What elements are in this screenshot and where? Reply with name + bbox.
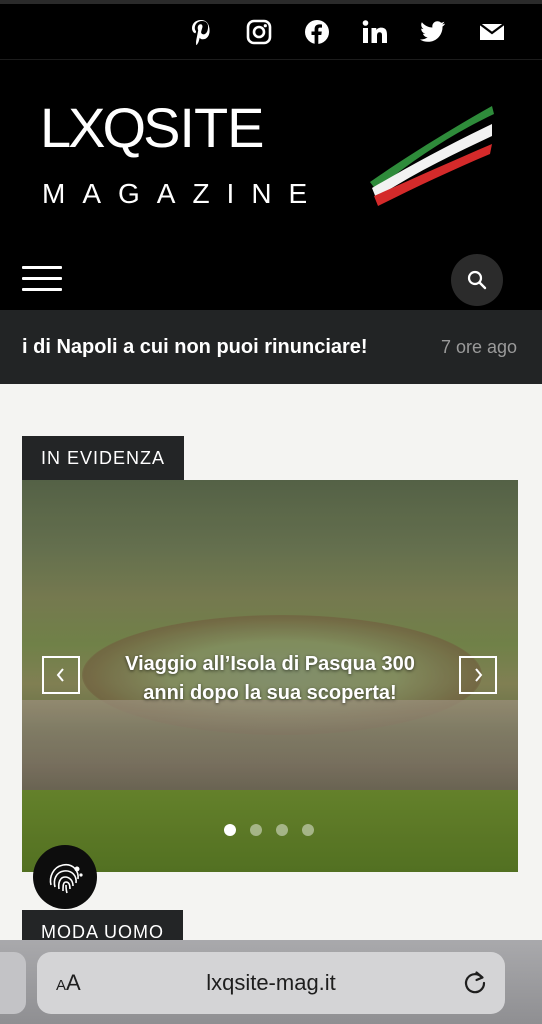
previous-tab-preview[interactable] [0,952,26,1014]
ticker-headline[interactable]: i di Napoli a cui non puoi rinunciare! [22,336,368,359]
slide-title[interactable]: Viaggio all’Isola di Pasqua 300 anni dop… [112,650,428,708]
chevron-left-icon [56,668,64,682]
twitter-icon[interactable] [419,18,447,46]
featured-slider[interactable]: Viaggio all’Isola di Pasqua 300 anni dop… [22,480,518,872]
email-icon[interactable] [478,18,506,46]
search-button[interactable] [451,254,503,306]
fingerprint-icon[interactable] [33,845,97,909]
slider-dot-1[interactable] [224,824,236,836]
search-icon [467,270,487,290]
slider-next-button[interactable] [459,656,497,694]
browser-toolbar: AA lxqsite-mag.it [0,940,542,1024]
address-bar[interactable]: AA lxqsite-mag.it [37,952,505,1014]
site-header: LXQSITE MAGAZINE [0,60,542,247]
reload-icon[interactable] [461,969,489,997]
facebook-icon[interactable] [303,18,331,46]
slider-dot-2[interactable] [250,824,262,836]
social-bar [0,0,542,60]
news-ticker[interactable]: i di Napoli a cui non puoi rinunciare! 7… [0,310,542,384]
pinterest-icon[interactable] [187,18,215,46]
section-badge-in-evidenza: IN EVIDENZA [22,436,185,480]
chevron-right-icon [475,668,483,682]
nav-bar [0,246,542,310]
hamburger-icon[interactable] [22,266,62,292]
slider-prev-button[interactable] [42,656,80,694]
slider-dot-3[interactable] [276,824,288,836]
linkedin-icon[interactable] [361,18,389,46]
logo-site-text: SITE [143,96,264,159]
slider-dot-4[interactable] [302,824,314,836]
logo-wordmark[interactable]: LXQSITE [40,96,265,159]
logo-subtitle: MAGAZINE [42,178,325,209]
ticker-time: 7 ore ago [441,337,518,357]
italian-flag-brush-icon [370,106,494,206]
url-text[interactable]: lxqsite-mag.it [37,970,505,996]
logo-main-text: LXQ [40,96,146,159]
instagram-icon[interactable] [245,18,273,46]
